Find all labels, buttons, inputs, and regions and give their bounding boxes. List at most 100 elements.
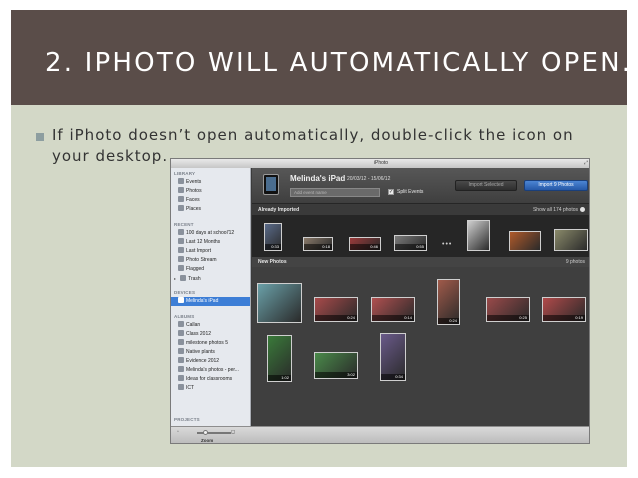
- sidebar-item-places[interactable]: Places: [174, 205, 250, 214]
- already-imported-header: Already Imported Show all 174 photos: [252, 205, 589, 215]
- sidebar-item-album-melindas-photos[interactable]: Melinda's photos - per...: [174, 366, 250, 375]
- library-heading: LIBRARY: [174, 171, 196, 176]
- sidebar-item-album-class-2012[interactable]: Class 2012: [174, 330, 250, 339]
- sidebar-item-last-12-months[interactable]: Last 12 Months: [174, 238, 250, 247]
- imported-thumbnail[interactable]: 0:55: [394, 235, 427, 251]
- import-photos-button[interactable]: Import 9 Photos: [524, 180, 588, 191]
- album-icon: [178, 384, 184, 390]
- video-duration: 1:02: [268, 375, 291, 381]
- sidebar-item-flagged[interactable]: Flagged: [174, 265, 250, 274]
- slide-title: 2. IPHOTO WILL AUTOMATICALLY OPEN.: [45, 48, 633, 78]
- video-duration: 0:46: [350, 244, 380, 250]
- devices-heading: DEVICES: [174, 290, 196, 295]
- import-selected-button[interactable]: Import Selected: [455, 180, 517, 191]
- trash-icon: [180, 275, 187, 281]
- new-photo-thumbnail[interactable]: 0:25: [486, 297, 530, 322]
- imported-thumbnail[interactable]: [554, 229, 588, 251]
- new-photos-count: 9 photos: [565, 259, 585, 265]
- places-icon: [178, 205, 184, 211]
- new-photo-thumbnail[interactable]: 0:34: [380, 333, 406, 381]
- sidebar-item-album-callan[interactable]: Callan: [174, 321, 250, 330]
- video-duration: 0:25: [487, 315, 529, 321]
- more-imported-indicator: •••: [442, 241, 453, 248]
- imported-thumbnail[interactable]: 0:33: [264, 223, 282, 251]
- album-icon: [178, 348, 184, 354]
- albums-heading: ALBUMS: [174, 314, 195, 319]
- new-photo-thumbnail[interactable]: [257, 283, 302, 323]
- sidebar-item-album-ict[interactable]: ICT: [174, 384, 250, 393]
- album-icon: [178, 366, 184, 372]
- new-photo-thumbnail[interactable]: 1:02: [267, 335, 292, 382]
- sidebar: LIBRARY Events Photos Faces Places RECEN…: [171, 168, 251, 426]
- sidebar-item-faces[interactable]: Faces: [174, 196, 250, 205]
- clock-icon: [178, 247, 184, 253]
- new-photo-thumbnail[interactable]: 0:14: [371, 297, 415, 322]
- already-imported-heading: Already Imported: [258, 207, 300, 213]
- video-duration: 0:33: [265, 244, 281, 250]
- photo-stream-icon: [178, 256, 184, 262]
- calendar-icon: [178, 238, 184, 244]
- video-duration: 0:14: [372, 315, 414, 321]
- imported-thumbnail[interactable]: 0:46: [349, 237, 381, 251]
- new-photo-thumbnail[interactable]: 0:24: [437, 279, 460, 325]
- sidebar-item-album-native-plants[interactable]: Native plants: [174, 348, 250, 357]
- zoom-small-icon[interactable]: ▫: [177, 429, 179, 435]
- new-photo-thumbnail[interactable]: 0:19: [542, 297, 586, 322]
- album-icon: [178, 357, 184, 363]
- sidebar-item-photos[interactable]: Photos: [174, 187, 250, 196]
- event-icon: [178, 229, 184, 235]
- iphoto-window: iPhoto ⤢ LIBRARY Events Photos Faces Pla…: [170, 158, 590, 444]
- album-icon: [178, 321, 184, 327]
- zoom-large-icon[interactable]: ◻: [231, 429, 235, 435]
- sidebar-item-album-milestone[interactable]: milestone photos 5: [174, 339, 250, 348]
- split-events-label: Split Events: [397, 189, 424, 195]
- video-duration: 0:19: [543, 315, 585, 321]
- imported-thumbnail[interactable]: 0:18: [303, 237, 333, 251]
- device-date-range: 20/03/12 - 15/06/12: [347, 176, 391, 182]
- imported-thumbnail[interactable]: [467, 220, 490, 251]
- new-photo-thumbnail[interactable]: 3:02: [314, 352, 358, 379]
- faces-icon: [178, 196, 184, 202]
- sidebar-item-album-evidence-2012[interactable]: Evidence 2012: [174, 357, 250, 366]
- video-duration: 0:18: [304, 244, 332, 250]
- events-icon: [178, 178, 184, 184]
- sidebar-item-events[interactable]: Events: [174, 178, 250, 187]
- album-icon: [178, 339, 184, 345]
- ipad-device-icon: [263, 174, 279, 195]
- video-duration: 0:24: [315, 315, 357, 321]
- device-header: Melinda's iPad 20/03/12 - 15/06/12 Add e…: [252, 168, 589, 204]
- window-title: iPhoto: [373, 160, 389, 166]
- sidebar-item-album-ideas[interactable]: Ideas for classrooms: [174, 375, 250, 384]
- video-duration: 3:02: [315, 372, 357, 378]
- sidebar-item-melindas-ipad[interactable]: Melinda's iPad: [171, 297, 250, 306]
- new-photos-heading: New Photos: [258, 259, 287, 265]
- projects-heading: PROJECTS: [174, 417, 200, 422]
- album-icon: [178, 330, 184, 336]
- disclosure-triangle-icon[interactable]: ▶: [174, 276, 176, 281]
- photos-icon: [178, 187, 184, 193]
- show-all-arrow-icon: [580, 207, 585, 212]
- imported-thumbnail[interactable]: [509, 231, 541, 251]
- sidebar-item-last-import[interactable]: Last Import: [174, 247, 250, 256]
- ipad-icon: [178, 297, 184, 303]
- zoom-label: Zoom: [201, 438, 214, 443]
- video-duration: 0:34: [381, 374, 405, 380]
- album-icon: [178, 375, 184, 381]
- split-events-checkbox[interactable]: ✓: [388, 189, 394, 195]
- sidebar-item-100-days[interactable]: 100 days at school'12: [174, 229, 250, 238]
- video-duration: 0:24: [438, 318, 459, 324]
- bottom-toolbar: ▫ ◻ Zoom: [171, 426, 589, 443]
- bullet-square-icon: [36, 133, 44, 141]
- show-all-photos-link[interactable]: Show all 174 photos: [533, 207, 585, 213]
- video-duration: 0:55: [395, 244, 426, 250]
- new-photos-grid: [252, 267, 589, 426]
- fullscreen-icon[interactable]: ⤢: [584, 160, 588, 166]
- new-photo-thumbnail[interactable]: 0:24: [314, 297, 358, 322]
- sidebar-item-photo-stream[interactable]: Photo Stream: [174, 256, 250, 265]
- window-titlebar: iPhoto ⤢: [171, 159, 589, 168]
- zoom-slider-knob[interactable]: [203, 430, 208, 435]
- flag-icon: [178, 265, 184, 271]
- sidebar-item-trash[interactable]: ▶Trash: [174, 274, 250, 283]
- device-name: Melinda's iPad: [290, 174, 346, 183]
- event-name-input[interactable]: Add event name: [290, 188, 380, 197]
